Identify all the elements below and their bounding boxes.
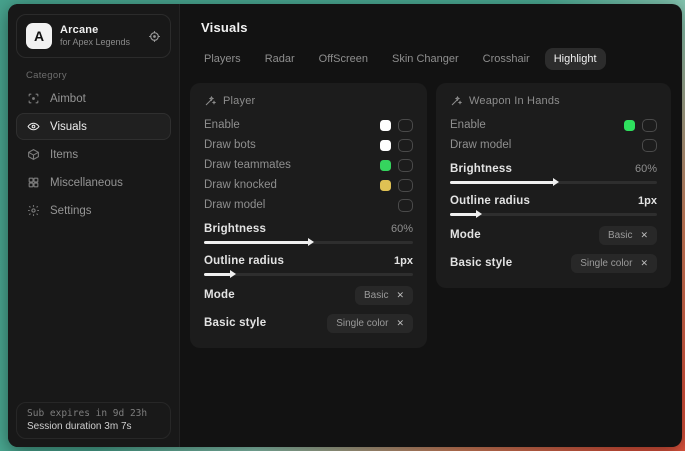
sidebar-item-label: Visuals bbox=[50, 121, 87, 133]
gear-icon bbox=[27, 204, 40, 217]
session-duration-text: Session duration 3m 7s bbox=[27, 421, 160, 432]
wand-icon bbox=[450, 95, 462, 107]
close-icon[interactable]: ✕ bbox=[396, 291, 404, 300]
brand-card: A Arcane for Apex Legends bbox=[16, 14, 171, 58]
sidebar-item-miscellaneous[interactable]: Miscellaneous bbox=[16, 169, 171, 196]
outline-radius-value: 1px bbox=[638, 195, 657, 207]
sidebar-item-label: Settings bbox=[50, 205, 92, 217]
color-swatch[interactable] bbox=[624, 120, 635, 131]
sidebar-nav: Aimbot Visuals Items Misc bbox=[8, 85, 179, 224]
slider-fill[interactable] bbox=[204, 273, 231, 276]
app-logo: A bbox=[26, 23, 52, 49]
wand-icon bbox=[204, 95, 216, 107]
slider-row-outline-radius: Outline radius 1px bbox=[204, 253, 413, 269]
brightness-slider[interactable] bbox=[450, 177, 657, 187]
tab-offscreen[interactable]: OffScreen bbox=[310, 48, 377, 70]
toggle-row-enable: Enable bbox=[450, 115, 657, 135]
slider-fill[interactable] bbox=[450, 181, 554, 184]
toggle-row-draw-teammates: Draw teammates bbox=[204, 155, 413, 175]
app-name: Arcane bbox=[60, 24, 130, 38]
brightness-value: 60% bbox=[635, 163, 657, 175]
tab-crosshair[interactable]: Crosshair bbox=[474, 48, 539, 70]
panel-player: Player Enable Draw bots bbox=[190, 83, 427, 348]
page-title: Visuals bbox=[201, 20, 682, 35]
draw-model-checkbox[interactable] bbox=[398, 199, 413, 212]
panel-weapon-in-hands: Weapon In Hands Enable Draw model bbox=[436, 83, 671, 288]
toggle-row-enable: Enable bbox=[204, 115, 413, 135]
mode-tag[interactable]: Basic ✕ bbox=[599, 226, 657, 245]
category-label: Category bbox=[26, 70, 179, 81]
sidebar-item-settings[interactable]: Settings bbox=[16, 197, 171, 224]
select-row-basic-style: Basic style Single color ✕ bbox=[450, 251, 657, 275]
main-content: Visuals Players Radar OffScreen Skin Cha… bbox=[180, 4, 682, 447]
tab-radar[interactable]: Radar bbox=[256, 48, 304, 70]
enable-checkbox[interactable] bbox=[642, 119, 657, 132]
toggle-row-draw-model: Draw model bbox=[450, 135, 657, 155]
grid-icon bbox=[27, 176, 40, 189]
draw-bots-checkbox[interactable] bbox=[398, 139, 413, 152]
slider-row-outline-radius: Outline radius 1px bbox=[450, 193, 657, 209]
outline-radius-value: 1px bbox=[394, 255, 413, 267]
slider-fill[interactable] bbox=[450, 213, 477, 216]
sidebar-item-visuals[interactable]: Visuals bbox=[16, 113, 171, 140]
enable-checkbox[interactable] bbox=[398, 119, 413, 132]
close-icon[interactable]: ✕ bbox=[640, 231, 648, 240]
sidebar-item-label: Miscellaneous bbox=[50, 177, 123, 189]
outline-radius-slider[interactable] bbox=[450, 209, 657, 219]
tab-players[interactable]: Players bbox=[195, 48, 250, 70]
slider-row-brightness: Brightness 60% bbox=[204, 221, 413, 237]
toggle-row-draw-knocked: Draw knocked bbox=[204, 175, 413, 195]
color-swatch[interactable] bbox=[380, 120, 391, 131]
visuals-icon bbox=[27, 120, 40, 133]
target-icon[interactable] bbox=[148, 30, 161, 43]
panel-title: Weapon In Hands bbox=[469, 95, 560, 107]
slider-row-brightness: Brightness 60% bbox=[450, 161, 657, 177]
slider-fill[interactable] bbox=[204, 241, 309, 244]
items-icon bbox=[27, 148, 40, 161]
brightness-value: 60% bbox=[391, 223, 413, 235]
app-window: A Arcane for Apex Legends Category Aimbo… bbox=[8, 4, 682, 447]
basic-style-tag[interactable]: Single color ✕ bbox=[571, 254, 657, 273]
toggle-row-draw-model: Draw model bbox=[204, 195, 413, 215]
aimbot-icon bbox=[27, 92, 40, 105]
color-swatch[interactable] bbox=[380, 140, 391, 151]
mode-tag[interactable]: Basic ✕ bbox=[355, 286, 413, 305]
draw-knocked-checkbox[interactable] bbox=[398, 179, 413, 192]
outline-radius-slider[interactable] bbox=[204, 269, 413, 279]
panel-title: Player bbox=[223, 95, 255, 107]
sidebar-item-aimbot[interactable]: Aimbot bbox=[16, 85, 171, 112]
basic-style-tag[interactable]: Single color ✕ bbox=[327, 314, 413, 333]
tab-highlight[interactable]: Highlight bbox=[545, 48, 606, 70]
brightness-slider[interactable] bbox=[204, 237, 413, 247]
select-row-basic-style: Basic style Single color ✕ bbox=[204, 311, 413, 335]
sub-expires-text: Sub expires in 9d 23h bbox=[27, 408, 160, 419]
draw-teammates-checkbox[interactable] bbox=[398, 159, 413, 172]
color-swatch[interactable] bbox=[380, 180, 391, 191]
close-icon[interactable]: ✕ bbox=[640, 259, 648, 268]
sidebar-item-label: Aimbot bbox=[50, 93, 86, 105]
toggle-row-draw-bots: Draw bots bbox=[204, 135, 413, 155]
close-icon[interactable]: ✕ bbox=[396, 319, 404, 328]
select-row-mode: Mode Basic ✕ bbox=[204, 283, 413, 307]
tab-bar: Players Radar OffScreen Skin Changer Cro… bbox=[195, 48, 682, 70]
draw-model-checkbox[interactable] bbox=[642, 139, 657, 152]
sidebar: A Arcane for Apex Legends Category Aimbo… bbox=[8, 4, 180, 447]
select-row-mode: Mode Basic ✕ bbox=[450, 223, 657, 247]
sidebar-item-items[interactable]: Items bbox=[16, 141, 171, 168]
sidebar-item-label: Items bbox=[50, 149, 78, 161]
app-subtitle: for Apex Legends bbox=[60, 37, 130, 48]
tab-skin-changer[interactable]: Skin Changer bbox=[383, 48, 468, 70]
subscription-status-card: Sub expires in 9d 23h Session duration 3… bbox=[16, 402, 171, 439]
panels-container: Player Enable Draw bots bbox=[190, 83, 682, 348]
color-swatch[interactable] bbox=[380, 160, 391, 171]
